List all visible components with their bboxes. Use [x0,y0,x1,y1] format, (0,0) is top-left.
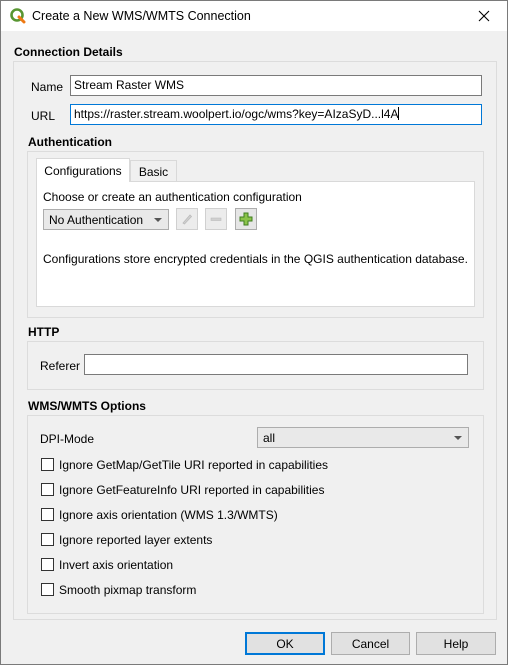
qgis-logo-icon [10,8,26,24]
name-input-value: Stream Raster WMS [74,78,185,92]
invert-axis-orientation-checkbox[interactable] [41,558,54,571]
ignore-axis-orientation-checkbox[interactable] [41,508,54,521]
ignore-getfeatureinfo-checkbox[interactable] [41,483,54,496]
dpi-mode-value: all [263,431,276,445]
ok-button[interactable]: OK [245,632,325,655]
plus-icon [239,212,253,226]
cancel-button-label: Cancel [351,636,390,651]
url-input[interactable]: https://raster.stream.woolpert.io/ogc/wm… [70,104,482,125]
help-button-label: Help [443,636,469,651]
remove-auth-button[interactable] [205,208,227,230]
choose-auth-text: Choose or create an authentication confi… [43,190,302,204]
smooth-pixmap-checkbox[interactable] [41,583,54,596]
ok-button-label: OK [276,636,294,651]
wms-options-title: WMS/WMTS Options [28,399,146,413]
edit-auth-button[interactable] [176,208,198,230]
authentication-title: Authentication [28,135,112,149]
http-title: HTTP [28,325,60,339]
chevron-down-icon [454,436,462,440]
connection-details-title: Connection Details [14,45,123,59]
close-button[interactable] [461,1,507,31]
ignore-getfeatureinfo-label[interactable]: Ignore GetFeatureInfo URI reported in ca… [59,483,324,497]
referer-input[interactable] [84,354,468,375]
pencil-icon [182,214,193,225]
close-icon [478,10,490,22]
referer-label: Referer [40,359,81,373]
dpi-mode-select[interactable]: all [257,427,469,448]
window-title: Create a New WMS/WMTS Connection [32,9,251,23]
url-input-value: https://raster.stream.woolpert.io/ogc/wm… [74,107,399,121]
smooth-pixmap-label[interactable]: Smooth pixmap transform [59,583,196,597]
minus-icon [210,217,222,221]
add-auth-button[interactable] [235,208,257,230]
name-label: Name [31,80,64,94]
tab-configurations-label: Configurations [44,163,122,178]
ignore-layer-extents-checkbox[interactable] [41,533,54,546]
text-caret [398,107,400,120]
tab-basic-label: Basic [138,164,169,179]
name-input[interactable]: Stream Raster WMS [70,75,482,96]
tab-configurations[interactable]: Configurations [36,158,130,182]
auth-config-select[interactable]: No Authentication [43,209,169,230]
url-label: URL [31,109,56,123]
chevron-down-icon [154,218,162,222]
ignore-axis-orientation-label[interactable]: Ignore axis orientation (WMS 1.3/WMTS) [59,508,278,522]
invert-axis-orientation-label[interactable]: Invert axis orientation [59,558,173,572]
ignore-getmap-checkbox[interactable] [41,458,54,471]
auth-config-value: No Authentication [49,213,144,227]
tab-basic[interactable]: Basic [130,160,177,182]
ignore-layer-extents-label[interactable]: Ignore reported layer extents [59,533,212,547]
ignore-getmap-label[interactable]: Ignore GetMap/GetTile URI reported in ca… [59,458,328,472]
cancel-button[interactable]: Cancel [331,632,410,655]
dpi-mode-label: DPI-Mode [40,432,95,446]
help-button[interactable]: Help [416,632,496,655]
dialog-window: Create a New WMS/WMTS Connection Connect… [0,0,508,665]
auth-info-text: Configurations store encrypted credentia… [43,252,468,266]
title-bar: Create a New WMS/WMTS Connection [1,1,507,31]
